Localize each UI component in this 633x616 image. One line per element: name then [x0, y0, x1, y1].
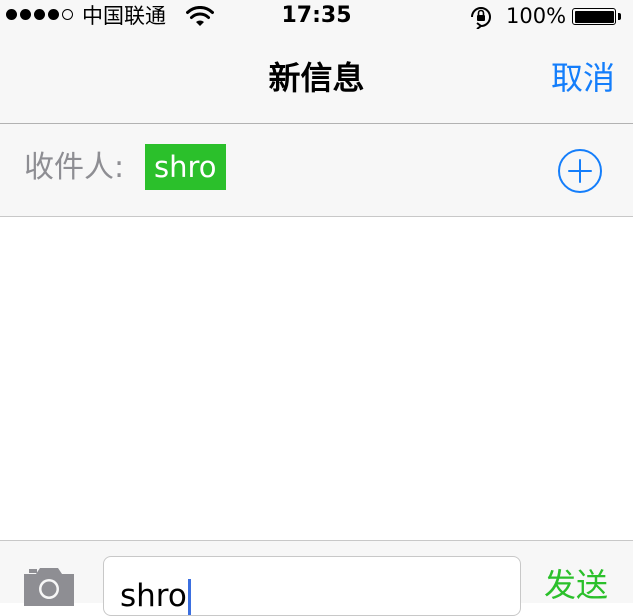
- battery-fill: [574, 10, 614, 23]
- recipient-chip[interactable]: shro: [145, 144, 226, 190]
- message-input-text: shro: [120, 578, 187, 614]
- recipient-label: 收件人:: [24, 150, 125, 185]
- battery-percent: 100%: [506, 4, 567, 28]
- message-thread-area: [0, 217, 633, 540]
- cancel-button[interactable]: 取消: [551, 58, 615, 98]
- text-cursor: [187, 579, 191, 615]
- battery-tip: [618, 13, 621, 20]
- camera-icon[interactable]: [22, 566, 76, 606]
- navigation-bar: 新信息 取消: [0, 32, 633, 124]
- battery-icon: [572, 8, 621, 25]
- send-button[interactable]: 发送: [544, 565, 608, 605]
- message-input-value: shro: [120, 577, 191, 615]
- status-bar: 中国联通 17:35 100%: [0, 0, 633, 32]
- add-circle-icon[interactable]: [557, 148, 603, 194]
- orientation-lock-icon: [471, 7, 491, 29]
- page-title: 新信息: [268, 59, 365, 97]
- recipient-bar: 收件人: shro: [0, 124, 633, 217]
- message-input[interactable]: shro: [103, 556, 521, 616]
- message-input-bar: shro 发送: [0, 540, 633, 616]
- battery-body: [572, 8, 616, 25]
